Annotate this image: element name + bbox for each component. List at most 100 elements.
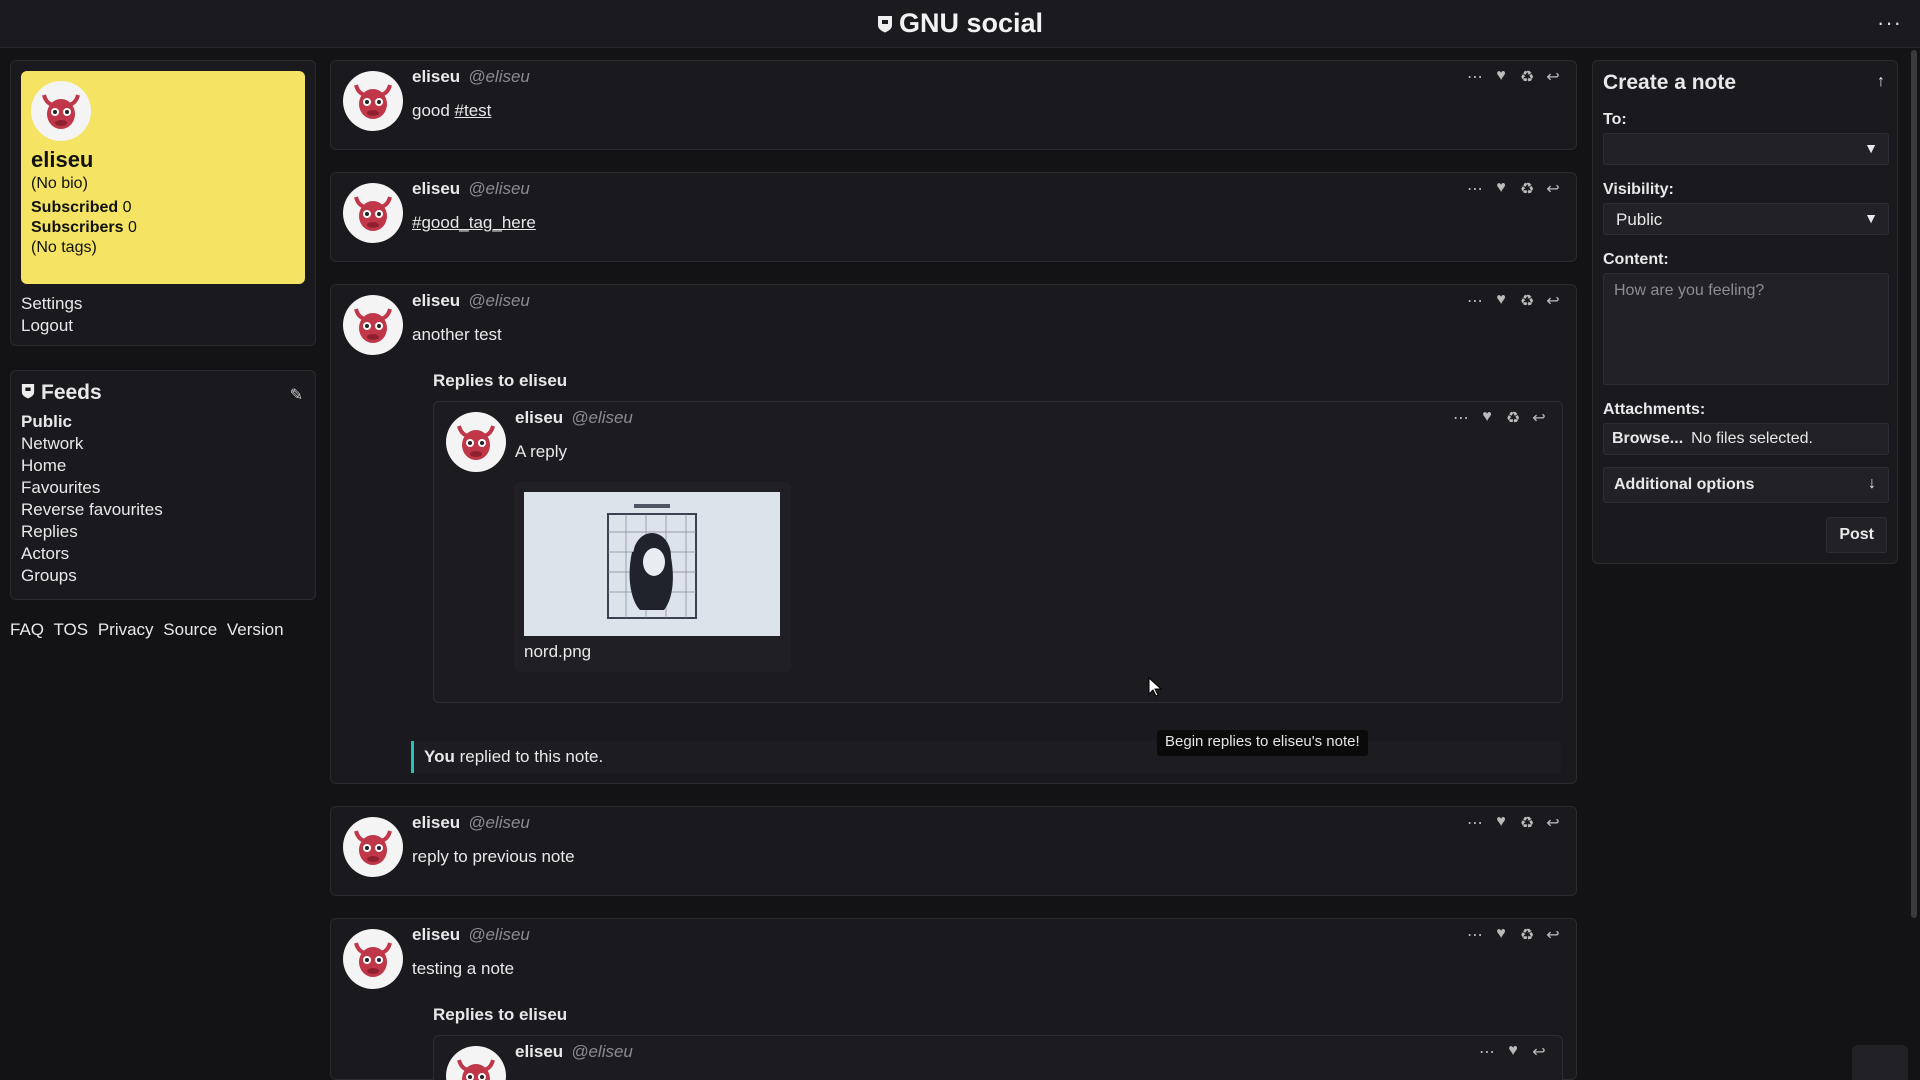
feed-item-network[interactable]: Network — [21, 433, 305, 455]
note-avatar[interactable] — [446, 1046, 506, 1080]
note-author[interactable]: eliseu — [412, 67, 460, 86]
reply-arrow-icon[interactable]: ↩ — [1544, 813, 1562, 833]
top-bar: GNU social ··· — [0, 0, 1920, 48]
to-select[interactable]: ▼ — [1603, 133, 1889, 165]
floating-button[interactable] — [1852, 1045, 1908, 1080]
note-avatar[interactable] — [343, 817, 403, 877]
replied-you: You — [424, 747, 455, 766]
content-textarea[interactable]: How are you feeling? — [1603, 273, 1889, 385]
note: eliseu @eliseu ⋯ ♥ ♻ ↩ reply to previous … — [330, 806, 1577, 896]
note-actions: ⋯ ♥ ♻ ↩ — [1466, 67, 1562, 87]
note-avatar[interactable] — [343, 71, 403, 131]
note-actions: ⋯ ♥ ♻ ↩ — [1466, 179, 1562, 199]
note-content: good #test — [412, 101, 491, 121]
footer-link-version[interactable]: Version — [227, 620, 284, 639]
collapse-arrow-icon[interactable]: ↑ — [1877, 73, 1885, 91]
footer-link-privacy[interactable]: Privacy — [98, 620, 154, 639]
note-handle[interactable]: @eliseu — [468, 813, 530, 832]
reply-note: eliseu @eliseu ⋯ ♥ ↩ — [433, 1035, 1563, 1080]
note-header: eliseu @eliseu — [412, 67, 530, 87]
reply-arrow-icon[interactable]: ↩ — [1544, 925, 1562, 945]
visibility-select[interactable]: Public ▼ — [1603, 203, 1889, 235]
note-author[interactable]: eliseu — [412, 291, 460, 310]
feed-item-groups[interactable]: Groups — [21, 565, 305, 587]
logout-link[interactable]: Logout — [21, 315, 82, 337]
hashtag-link[interactable]: #test — [455, 101, 492, 120]
favourite-heart-icon[interactable]: ♥ — [1492, 291, 1510, 311]
more-dots-icon[interactable]: ⋯ — [1478, 1042, 1496, 1062]
subscribers-count: 0 — [127, 219, 137, 236]
subscribed-stat[interactable]: Subscribed 0 — [31, 199, 295, 217]
repeat-recycle-icon[interactable]: ♻ — [1518, 179, 1536, 199]
note-author[interactable]: eliseu — [412, 925, 460, 944]
reply-arrow-icon[interactable]: ↩ — [1544, 179, 1562, 199]
reply-arrow-icon[interactable]: ↩ — [1530, 408, 1548, 428]
reply-arrow-icon[interactable]: ↩ — [1530, 1042, 1548, 1062]
more-dots-icon[interactable]: ⋯ — [1466, 179, 1484, 199]
favourite-heart-icon[interactable]: ♥ — [1492, 179, 1510, 199]
favourite-heart-icon[interactable]: ♥ — [1492, 925, 1510, 945]
reply-arrow-icon[interactable]: ↩ — [1544, 67, 1562, 87]
attachment[interactable]: nord.png — [514, 482, 791, 672]
note-author[interactable]: eliseu — [515, 408, 563, 427]
repeat-recycle-icon[interactable]: ♻ — [1518, 291, 1536, 311]
note-avatar[interactable] — [343, 183, 403, 243]
attachment-image[interactable] — [524, 492, 780, 636]
post-button[interactable]: Post — [1826, 517, 1887, 553]
repeat-recycle-icon[interactable]: ♻ — [1518, 67, 1536, 87]
profile-bio: (No bio) — [31, 175, 88, 192]
note-author[interactable]: eliseu — [412, 179, 460, 198]
more-dots-icon[interactable]: ⋯ — [1452, 408, 1470, 428]
more-dots-icon[interactable]: ⋯ — [1466, 925, 1484, 945]
reply-arrow-icon[interactable]: ↩ — [1544, 291, 1562, 311]
note-author[interactable]: eliseu — [412, 813, 460, 832]
no-files-text: No files selected. — [1691, 430, 1813, 447]
scrollbar[interactable] — [1911, 50, 1917, 918]
more-dots-icon[interactable]: ⋯ — [1466, 813, 1484, 833]
brand[interactable]: GNU social — [0, 8, 1920, 40]
more-dots-icon[interactable]: ··· — [1877, 10, 1902, 36]
note-handle[interactable]: @eliseu — [468, 179, 530, 198]
favourite-heart-icon[interactable]: ♥ — [1492, 67, 1510, 87]
note-handle[interactable]: @eliseu — [468, 925, 530, 944]
feeds-panel: Feeds ✎ Public Network Home Favourites R… — [10, 370, 316, 600]
browse-button[interactable]: Browse... — [1612, 430, 1683, 447]
additional-options-toggle[interactable]: Additional options ↓ — [1603, 467, 1889, 503]
settings-link[interactable]: Settings — [21, 293, 82, 315]
repeat-recycle-icon[interactable]: ♻ — [1518, 925, 1536, 945]
file-input[interactable]: Browse... No files selected. — [1603, 423, 1889, 455]
feed-item-reverse-favourites[interactable]: Reverse favourites — [21, 499, 305, 521]
note-handle[interactable]: @eliseu — [468, 291, 530, 310]
repeat-recycle-icon[interactable]: ♻ — [1504, 408, 1522, 428]
attachment-filename[interactable]: nord.png — [524, 642, 591, 662]
note-avatar[interactable] — [343, 295, 403, 355]
feed-item-replies[interactable]: Replies — [21, 521, 305, 543]
favourite-heart-icon[interactable]: ♥ — [1478, 408, 1496, 428]
repeat-recycle-icon[interactable]: ♻ — [1518, 813, 1536, 833]
note-handle[interactable]: @eliseu — [571, 408, 633, 427]
feed-item-home[interactable]: Home — [21, 455, 305, 477]
more-dots-icon[interactable]: ⋯ — [1466, 67, 1484, 87]
profile-card: eliseu (No bio) Subscribed 0 Subscribers… — [21, 71, 305, 284]
subscribers-stat[interactable]: Subscribers 0 — [31, 219, 295, 237]
note-avatar[interactable] — [446, 412, 506, 472]
feed-item-actors[interactable]: Actors — [21, 543, 305, 565]
edit-pencil-icon[interactable]: ✎ — [290, 385, 303, 405]
more-dots-icon[interactable]: ⋯ — [1466, 291, 1484, 311]
dropdown-caret-icon: ▼ — [1864, 140, 1878, 156]
avatar[interactable] — [31, 81, 91, 141]
feed-item-public[interactable]: Public — [21, 411, 305, 433]
footer-link-faq[interactable]: FAQ — [10, 620, 44, 639]
favourite-heart-icon[interactable]: ♥ — [1492, 813, 1510, 833]
note-author[interactable]: eliseu — [515, 1042, 563, 1061]
footer-link-tos[interactable]: TOS — [53, 620, 88, 639]
note-handle[interactable]: @eliseu — [468, 67, 530, 86]
feed-item-favourites[interactable]: Favourites — [21, 477, 305, 499]
expand-arrow-icon: ↓ — [1868, 475, 1876, 492]
footer-link-source[interactable]: Source — [163, 620, 217, 639]
note-avatar[interactable] — [343, 929, 403, 989]
note-handle[interactable]: @eliseu — [571, 1042, 633, 1061]
favourite-heart-icon[interactable]: ♥ — [1504, 1042, 1522, 1062]
hashtag-link[interactable]: #good_tag_here — [412, 213, 536, 232]
profile-name[interactable]: eliseu — [31, 147, 295, 173]
